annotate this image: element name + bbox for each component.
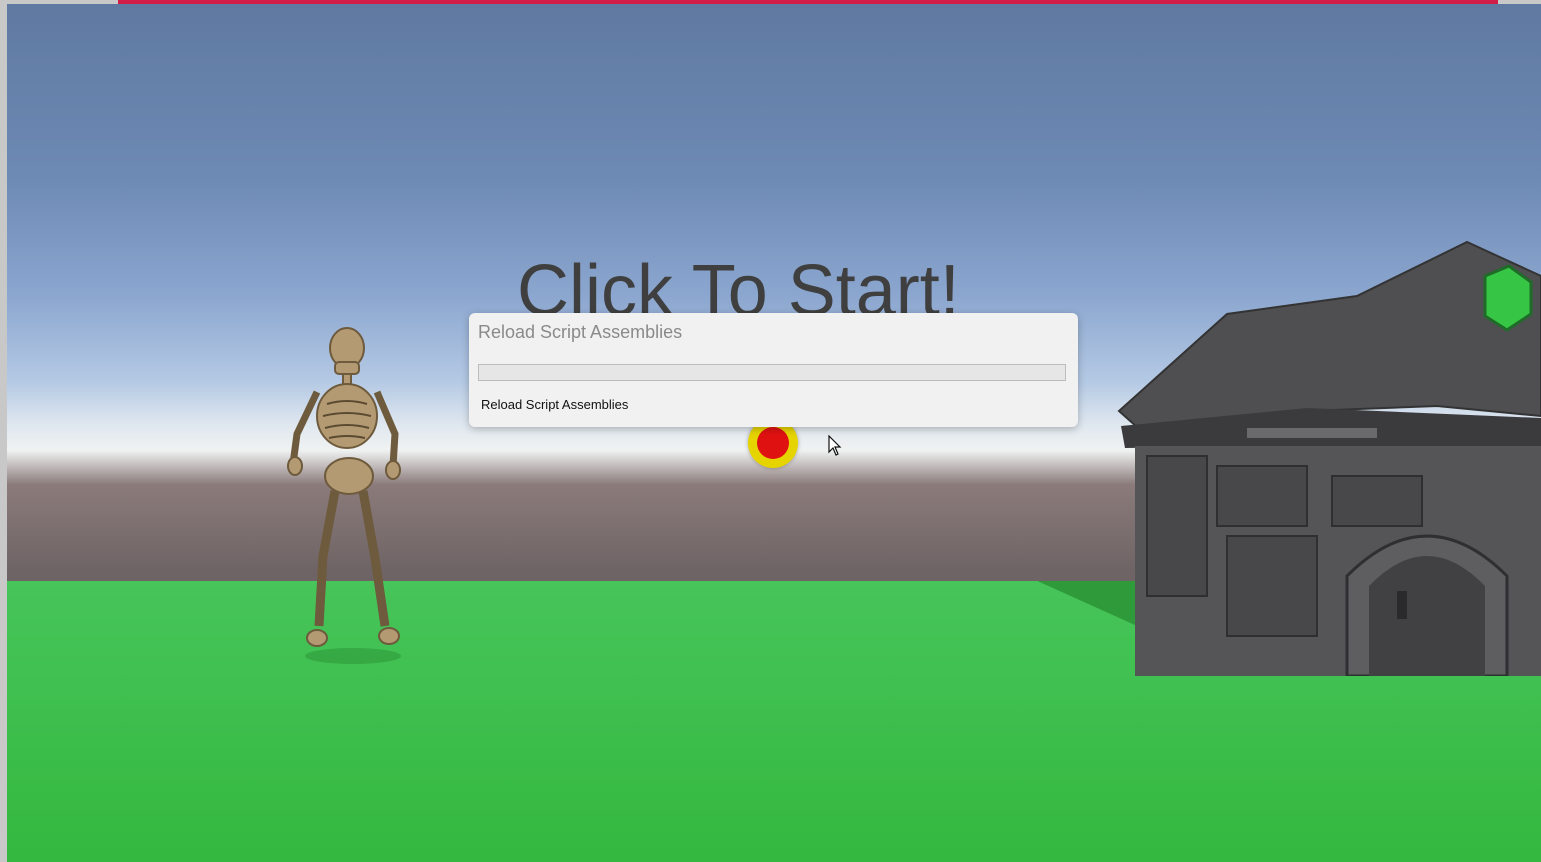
- reload-assemblies-dialog: Reload Script Assemblies Reload Script A…: [469, 313, 1078, 427]
- mouse-pointer-icon: [828, 435, 842, 456]
- game-viewport[interactable]: Click To Start! Reload Script Assemblies…: [7, 4, 1541, 862]
- dialog-status-text: Reload Script Assemblies: [481, 397, 629, 412]
- record-icon: [757, 427, 789, 459]
- skeleton-character: [287, 327, 401, 664]
- progress-bar: [478, 364, 1066, 381]
- dialog-title: Reload Script Assemblies: [478, 322, 683, 342]
- stone-house: [1117, 240, 1541, 676]
